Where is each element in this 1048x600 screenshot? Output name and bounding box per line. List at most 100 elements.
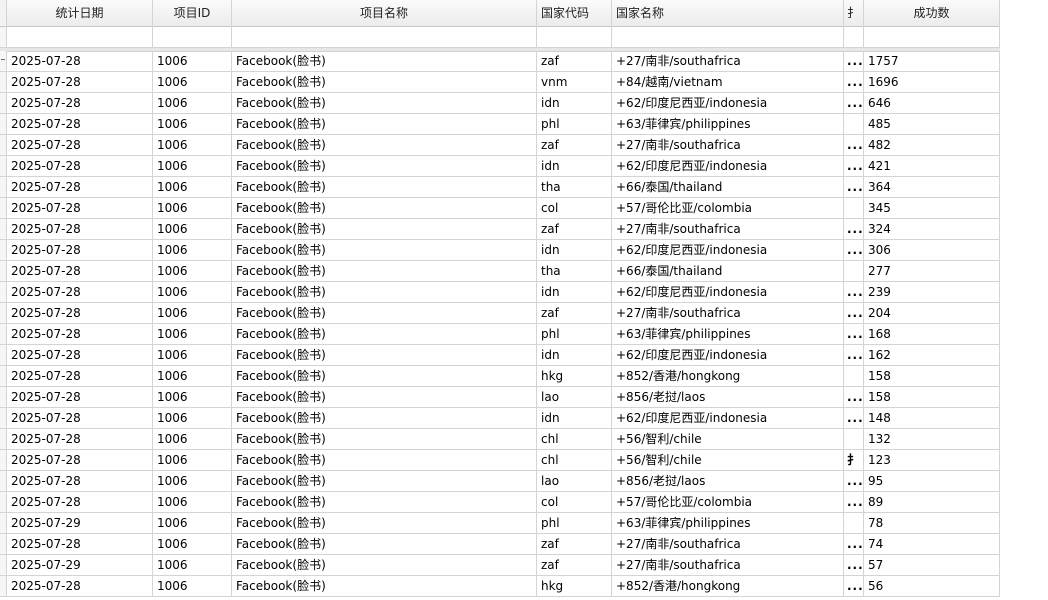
filter-cell-country-name[interactable] — [612, 27, 844, 48]
date-cell[interactable]: 2025-07-28 — [7, 261, 153, 282]
project-name-cell[interactable]: Facebook(脸书) — [232, 534, 537, 555]
project-id-cell[interactable]: 1006 — [153, 366, 232, 387]
truncated-cell[interactable]: ... — [844, 72, 864, 93]
success-count-cell[interactable]: 123 — [864, 450, 1000, 471]
project-name-cell[interactable]: Facebook(脸书) — [232, 492, 537, 513]
truncated-cell[interactable] — [844, 198, 864, 219]
project-name-cell[interactable]: Facebook(脸书) — [232, 156, 537, 177]
project-name-cell[interactable]: Facebook(脸书) — [232, 114, 537, 135]
table-row[interactable]: 2025-07-28 1006 Facebook(脸书) lao +856/老挝/lao… — [0, 387, 1000, 408]
row-indicator[interactable] — [0, 303, 7, 324]
date-cell[interactable]: 2025-07-28 — [7, 135, 153, 156]
success-count-cell[interactable]: 95 — [864, 471, 1000, 492]
project-id-cell[interactable]: 1006 — [153, 387, 232, 408]
date-cell[interactable]: 2025-07-28 — [7, 198, 153, 219]
country-name-cell[interactable]: +57/哥伦比亚/colombia — [612, 492, 844, 513]
project-id-cell[interactable]: 1006 — [153, 51, 232, 72]
success-count-cell[interactable]: 324 — [864, 219, 1000, 240]
project-name-cell[interactable]: Facebook(脸书) — [232, 387, 537, 408]
country-name-cell[interactable]: +62/印度尼西亚/indonesia — [612, 345, 844, 366]
country-name-cell[interactable]: +62/印度尼西亚/indonesia — [612, 93, 844, 114]
project-id-cell[interactable]: 1006 — [153, 576, 232, 597]
country-name-cell[interactable]: +84/越南/vietnam — [612, 72, 844, 93]
country-name-cell[interactable]: +856/老挝/laos — [612, 471, 844, 492]
row-indicator[interactable] — [0, 198, 7, 219]
project-name-cell[interactable]: Facebook(脸书) — [232, 324, 537, 345]
row-indicator[interactable] — [0, 282, 7, 303]
row-indicator[interactable] — [0, 114, 7, 135]
date-cell[interactable]: 2025-07-28 — [7, 156, 153, 177]
country-name-cell[interactable]: +852/香港/hongkong — [612, 576, 844, 597]
table-row[interactable]: 2025-07-28 1006 Facebook(脸书) phl +63/菲律宾/phi… — [0, 324, 1000, 345]
success-count-cell[interactable]: 158 — [864, 387, 1000, 408]
table-row[interactable]: 2025-07-28 1006 Facebook(脸书) lao +856/老挝/lao… — [0, 471, 1000, 492]
country-name-cell[interactable]: +62/印度尼西亚/indonesia — [612, 156, 844, 177]
project-name-cell[interactable]: Facebook(脸书) — [232, 219, 537, 240]
filter-cell-date[interactable] — [7, 27, 153, 48]
project-id-cell[interactable]: 1006 — [153, 198, 232, 219]
project-id-cell[interactable]: 1006 — [153, 492, 232, 513]
project-id-cell[interactable]: 1006 — [153, 408, 232, 429]
truncated-cell[interactable]: ... — [844, 177, 864, 198]
success-count-cell[interactable]: 239 — [864, 282, 1000, 303]
table-row[interactable]: 2025-07-29 1006 Facebook(脸书) phl +63/菲律宾/phi… — [0, 513, 1000, 534]
project-name-cell[interactable]: Facebook(脸书) — [232, 576, 537, 597]
project-name-cell[interactable]: Facebook(脸书) — [232, 198, 537, 219]
project-id-cell[interactable]: 1006 — [153, 219, 232, 240]
country-code-cell[interactable]: idn — [537, 282, 612, 303]
country-code-cell[interactable]: lao — [537, 387, 612, 408]
filter-cell-country-code[interactable] — [537, 27, 612, 48]
success-count-cell[interactable]: 345 — [864, 198, 1000, 219]
truncated-cell[interactable]: ... — [844, 303, 864, 324]
success-count-cell[interactable]: 646 — [864, 93, 1000, 114]
project-name-cell[interactable]: Facebook(脸书) — [232, 72, 537, 93]
country-code-cell[interactable]: phl — [537, 513, 612, 534]
table-row[interactable]: 2025-07-28 1006 Facebook(脸书) phl +63/菲律宾/phi… — [0, 114, 1000, 135]
success-count-cell[interactable]: 485 — [864, 114, 1000, 135]
success-count-cell[interactable]: 482 — [864, 135, 1000, 156]
column-header-success-count[interactable]: 成功数 — [864, 0, 1000, 27]
success-count-cell[interactable]: 56 — [864, 576, 1000, 597]
success-count-cell[interactable]: 78 — [864, 513, 1000, 534]
row-indicator[interactable] — [0, 177, 7, 198]
table-row[interactable]: 2025-07-28 1006 Facebook(脸书) hkg +852/香港/hon… — [0, 366, 1000, 387]
truncated-cell[interactable] — [844, 261, 864, 282]
success-count-cell[interactable]: 204 — [864, 303, 1000, 324]
country-code-cell[interactable]: idn — [537, 156, 612, 177]
success-count-cell[interactable]: 421 — [864, 156, 1000, 177]
date-cell[interactable]: 2025-07-28 — [7, 324, 153, 345]
country-name-cell[interactable]: +27/南非/southafrica — [612, 534, 844, 555]
project-id-cell[interactable]: 1006 — [153, 429, 232, 450]
country-code-cell[interactable]: idn — [537, 93, 612, 114]
country-name-cell[interactable]: +27/南非/southafrica — [612, 555, 844, 576]
project-name-cell[interactable]: Facebook(脸书) — [232, 366, 537, 387]
row-indicator[interactable] — [0, 240, 7, 261]
country-code-cell[interactable]: zaf — [537, 555, 612, 576]
country-name-cell[interactable]: +62/印度尼西亚/indonesia — [612, 240, 844, 261]
project-name-cell[interactable]: Facebook(脸书) — [232, 177, 537, 198]
table-row[interactable]: 2025-07-29 1006 Facebook(脸书) zaf +27/南非/sout… — [0, 555, 1000, 576]
country-code-cell[interactable]: zaf — [537, 51, 612, 72]
date-cell[interactable]: 2025-07-28 — [7, 534, 153, 555]
column-header-country-code[interactable]: 国家代码 — [537, 0, 612, 27]
country-code-cell[interactable]: chl — [537, 429, 612, 450]
success-count-cell[interactable]: 89 — [864, 492, 1000, 513]
country-name-cell[interactable]: +62/印度尼西亚/indonesia — [612, 282, 844, 303]
table-row[interactable]: 2025-07-28 1006 Facebook(脸书) idn +62/印度尼西亚/i… — [0, 282, 1000, 303]
row-indicator[interactable] — [0, 345, 7, 366]
date-cell[interactable]: 2025-07-28 — [7, 219, 153, 240]
project-id-cell[interactable]: 1006 — [153, 303, 232, 324]
filter-cell-success-count[interactable] — [864, 27, 1000, 48]
truncated-cell[interactable]: ... — [844, 156, 864, 177]
truncated-cell[interactable]: 扌 — [844, 450, 864, 471]
date-cell[interactable]: 2025-07-28 — [7, 429, 153, 450]
country-code-cell[interactable]: phl — [537, 324, 612, 345]
row-indicator[interactable] — [0, 156, 7, 177]
project-name-cell[interactable]: Facebook(脸书) — [232, 429, 537, 450]
country-code-cell[interactable]: chl — [537, 450, 612, 471]
date-cell[interactable]: 2025-07-28 — [7, 114, 153, 135]
column-header-project-id[interactable]: 项目ID — [153, 0, 232, 27]
truncated-cell[interactable]: ... — [844, 471, 864, 492]
project-id-cell[interactable]: 1006 — [153, 471, 232, 492]
project-id-cell[interactable]: 1006 — [153, 135, 232, 156]
